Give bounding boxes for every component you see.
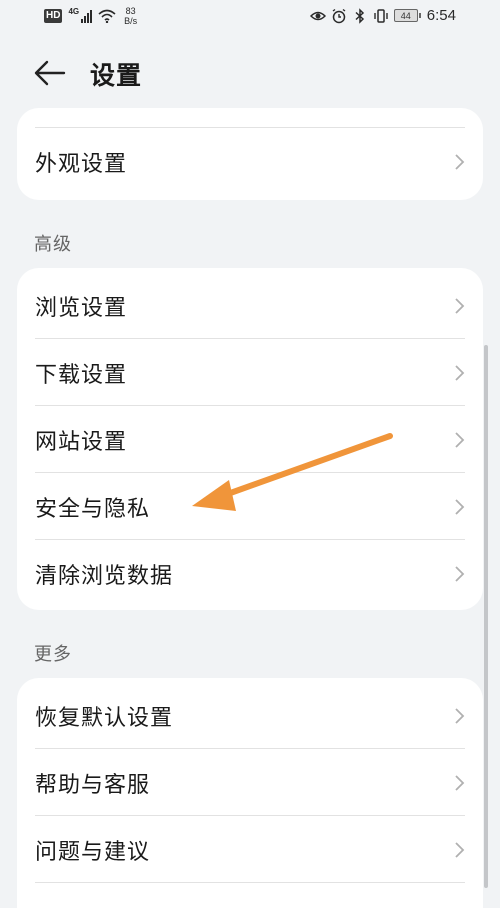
chevron-right-icon — [455, 774, 465, 791]
settings-item-label: 网站设置 — [35, 429, 128, 455]
chevron-right-icon — [455, 153, 465, 170]
settings-item-clear-data[interactable]: 清除浏览数据 — [17, 540, 483, 607]
settings-item-feedback[interactable]: 问题与建议 — [17, 816, 483, 883]
chevron-right-icon — [455, 841, 465, 858]
settings-item-download[interactable]: 下载设置 — [17, 339, 483, 406]
chevron-right-icon — [455, 431, 465, 448]
speed-unit: B/s — [124, 16, 138, 26]
section-header-advanced: 高级 — [34, 234, 72, 255]
back-arrow-icon[interactable] — [34, 60, 66, 86]
settings-item-label: 外观设置 — [35, 151, 128, 177]
bluetooth-icon — [355, 7, 364, 24]
settings-item-browsing[interactable]: 浏览设置 — [17, 272, 483, 339]
speed-value: 83 — [125, 6, 136, 16]
settings-item-label: 帮助与客服 — [35, 772, 151, 798]
advanced-card: 浏览设置 下载设置 网站设置 安全与隐私 清除浏览数据 — [17, 268, 483, 610]
wifi-icon — [98, 9, 116, 23]
chevron-right-icon — [455, 498, 465, 515]
settings-item-label: 浏览设置 — [35, 295, 128, 321]
settings-item-label: 清除浏览数据 — [35, 563, 174, 589]
network-type: 4G — [68, 6, 80, 16]
status-left: HD 4G 83 B/s — [44, 6, 137, 26]
signal-icon — [81, 9, 93, 23]
settings-item-label: 恢复默认设置 — [35, 705, 174, 731]
clock: 6:54 — [426, 7, 456, 24]
section-header-more: 更多 — [34, 644, 72, 665]
settings-item-appearance[interactable]: 外观设置 — [17, 128, 483, 195]
chevron-right-icon — [455, 707, 465, 724]
page-title: 设置 — [90, 61, 143, 90]
chevron-right-icon — [455, 297, 465, 314]
network-speed: 83 B/s — [124, 6, 137, 26]
status-bar: HD 4G 83 B/s 44 6:54 — [0, 0, 500, 36]
chevron-right-icon — [455, 565, 465, 582]
settings-item-label: 问题与建议 — [35, 839, 151, 865]
app-header: 设置 — [0, 44, 500, 104]
settings-item-label: 下载设置 — [35, 362, 128, 388]
settings-item-security-privacy[interactable]: 安全与隐私 — [17, 473, 483, 540]
settings-item-restore-defaults[interactable]: 恢复默认设置 — [17, 682, 483, 749]
vibrate-icon — [374, 8, 388, 23]
settings-item-label: 安全与隐私 — [35, 496, 151, 522]
battery-icon: 44 — [393, 9, 421, 22]
hd-badge: HD — [44, 9, 63, 23]
appearance-card: 外观设置 — [17, 108, 483, 200]
alarm-icon — [332, 8, 346, 23]
more-card: 恢复默认设置 帮助与客服 问题与建议 — [17, 678, 483, 908]
eye-icon — [309, 11, 326, 20]
scrollbar[interactable] — [484, 345, 488, 888]
status-right: 44 6:54 — [309, 7, 456, 24]
settings-item-site[interactable]: 网站设置 — [17, 406, 483, 473]
settings-item-help[interactable]: 帮助与客服 — [17, 749, 483, 816]
chevron-right-icon — [455, 364, 465, 381]
divider — [35, 882, 465, 883]
